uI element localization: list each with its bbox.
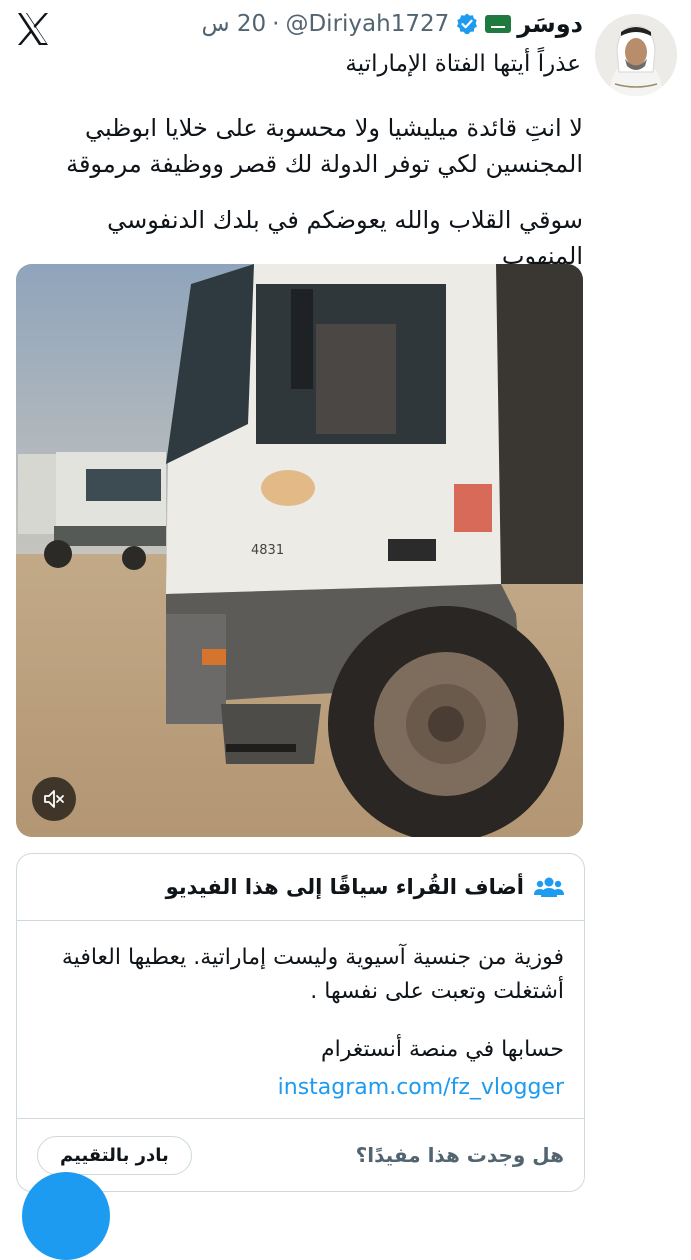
tweet-header: دوسَر @Diriyah1727 · 20 س — [201, 10, 583, 38]
separator-dot: · — [272, 11, 280, 37]
community-note-paragraph: فوزية من جنسية آسيوية وليست إماراتية. يع… — [61, 945, 564, 1004]
saudi-flag-icon — [485, 15, 512, 33]
verified-badge-icon[interactable] — [455, 12, 479, 36]
svg-text:4831: 4831 — [251, 543, 284, 558]
tweet-paragraph: لا انتِ قائدة ميليشيا ولا محسوبة على خلا… — [66, 114, 583, 178]
community-note-link[interactable]: instagram.com/fz_vlogger — [37, 1071, 564, 1105]
community-note-paragraph: حسابها في منصة أنستغرام — [320, 1037, 564, 1062]
helpful-question: هل وجدت هذا مفيدًا؟ — [355, 1143, 564, 1167]
mute-button[interactable] — [32, 777, 76, 821]
video-frame-image: 4831 — [16, 264, 583, 837]
user-handle[interactable]: @Diriyah1727 — [285, 11, 449, 37]
tweet-timestamp[interactable]: 20 س — [201, 11, 266, 37]
community-note-title: أضاف القُراء سياقًا إلى هذا الفيديو — [165, 875, 524, 899]
video-player[interactable]: 4831 — [16, 264, 583, 837]
community-note-body: فوزية من جنسية آسيوية وليست إماراتية. يع… — [17, 921, 584, 1105]
community-note-footer: هل وجدت هذا مفيدًا؟ بادر بالتقييم — [17, 1118, 584, 1191]
tweet-headline: عذراً أيتها الفتاة الإماراتية — [345, 51, 581, 77]
muted-speaker-icon — [44, 790, 64, 808]
community-note-header: أضاف القُراء سياقًا إلى هذا الفيديو — [17, 854, 584, 921]
x-logo-icon[interactable] — [14, 10, 52, 48]
community-note: أضاف القُراء سياقًا إلى هذا الفيديو فوزي… — [16, 853, 585, 1192]
display-name[interactable]: دوسَر — [517, 10, 583, 38]
people-icon — [534, 877, 564, 897]
compose-fab-button[interactable] — [22, 1172, 110, 1260]
avatar[interactable] — [595, 14, 677, 96]
rate-it-button[interactable]: بادر بالتقييم — [37, 1135, 192, 1175]
